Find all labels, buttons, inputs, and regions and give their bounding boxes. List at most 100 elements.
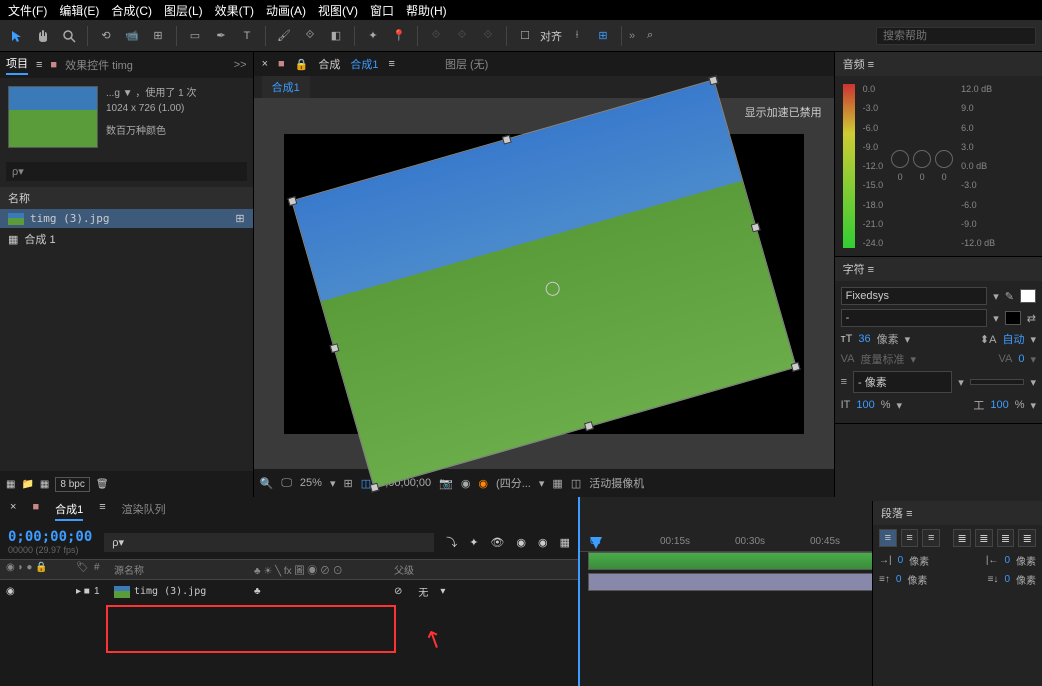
help-search-input[interactable] <box>876 27 1036 45</box>
lock-icon[interactable]: 🔒 <box>295 58 309 71</box>
layer-switches[interactable]: ♣ <box>254 586 394 597</box>
audio-panel-title[interactable]: 音频 <box>843 59 865 71</box>
axis-z-icon[interactable]: ⟐ <box>477 25 499 47</box>
snap-icon[interactable]: ⟊ <box>566 25 588 47</box>
chev-icon[interactable]: >> <box>234 59 247 71</box>
axis-y-icon[interactable]: ⟐ <box>451 25 473 47</box>
region-icon[interactable]: ▦ <box>552 477 562 490</box>
menu-edit[interactable]: 编辑(E) <box>59 2 99 18</box>
col-parent[interactable]: 父级 <box>394 562 414 577</box>
fill-swatch[interactable] <box>1020 289 1036 303</box>
char-panel-title[interactable]: 字符 <box>843 264 865 276</box>
display-icon[interactable]: 🖵 <box>281 477 292 490</box>
justify-all-button[interactable]: ≣ <box>1018 529 1036 547</box>
align-right-button[interactable]: ≡ <box>922 529 940 547</box>
pan-behind-tool[interactable]: ⊞ <box>147 25 169 47</box>
camera-dropdown[interactable]: 活动摄像机 <box>589 475 644 491</box>
justify-center-button[interactable]: ≣ <box>975 529 993 547</box>
flowchart-icon[interactable]: ⊞ <box>235 212 244 225</box>
tl-icon[interactable]: ⤵ <box>446 534 457 550</box>
timeline-search-input[interactable]: ρ▾ <box>104 533 434 552</box>
col-number[interactable]: # <box>94 562 114 577</box>
composition-viewport[interactable]: 显示加速已禁用 <box>254 98 834 469</box>
font-family-dropdown[interactable]: Fixedsys <box>841 287 988 305</box>
project-item[interactable]: timg (3).jpg ⊞ <box>0 209 253 228</box>
graph-icon[interactable]: ▦ <box>560 536 570 549</box>
parent-dropdown[interactable]: 无 <box>406 583 440 600</box>
tab-effects-controls[interactable]: 效果控件 timg <box>65 57 133 73</box>
leading-value[interactable]: 自动 <box>1002 331 1024 347</box>
tl-icon[interactable]: ◉ <box>516 536 526 549</box>
brush-tool[interactable]: 🖌 <box>273 25 295 47</box>
timeline-tab-render[interactable]: 渲染队列 <box>122 501 166 521</box>
timeline-tab-comp[interactable]: 合成1 <box>55 501 83 521</box>
menu-layer[interactable]: 图层(L) <box>164 2 203 18</box>
col-source[interactable]: 源名称 <box>114 562 254 577</box>
text-tool[interactable]: T <box>236 25 258 47</box>
transform-handle[interactable] <box>708 75 718 85</box>
vscale-value[interactable]: 100 <box>856 399 874 411</box>
stroke-unit-dropdown[interactable]: - 像素 <box>853 371 952 393</box>
menu-icon[interactable]: ≡ <box>906 508 912 520</box>
orbit-tool[interactable]: ⟲ <box>95 25 117 47</box>
tracking-value[interactable]: 0 <box>1018 353 1024 365</box>
selection-tool[interactable] <box>6 25 28 47</box>
menu-help[interactable]: 帮助(H) <box>406 2 447 18</box>
zoom-tool[interactable] <box>58 25 80 47</box>
space-after-value[interactable]: 0 <box>1004 574 1010 585</box>
timeline-layer-row[interactable]: ◉ ▸ ■ 1 timg (3).jpg ♣ ⊘ 无 ▾ <box>0 580 578 603</box>
interpret-icon[interactable]: ▦ <box>6 479 15 490</box>
layer-name[interactable]: timg (3).jpg <box>134 586 206 597</box>
snap-toggle[interactable]: ☐ <box>514 25 536 47</box>
font-style-dropdown[interactable]: - <box>841 309 988 327</box>
chev-icon[interactable]: » <box>629 30 635 42</box>
eyedropper-icon[interactable]: ✎ <box>1005 290 1014 303</box>
camera-tool[interactable]: 📹 <box>121 25 143 47</box>
swap-icon[interactable]: ⇄ <box>1027 312 1036 325</box>
comp-tab-active[interactable]: 合成1 <box>350 56 378 72</box>
transform-handle[interactable] <box>790 361 800 371</box>
transform-handle[interactable] <box>329 343 339 353</box>
hand-tool[interactable] <box>32 25 54 47</box>
current-timecode[interactable]: 0;00;00;00 <box>8 529 92 545</box>
puppet-tool[interactable]: 📍 <box>388 25 410 47</box>
tl-icon[interactable]: ◉ <box>538 536 548 549</box>
comp-new-icon[interactable]: ▦ <box>40 479 49 490</box>
color-icon[interactable]: ◉ <box>478 477 488 490</box>
comp-canvas[interactable] <box>284 134 804 434</box>
hscale-value[interactable]: 100 <box>990 399 1008 411</box>
space-before-value[interactable]: 0 <box>896 574 902 585</box>
anchor-point[interactable] <box>544 280 561 297</box>
indent-left-value[interactable]: 0 <box>898 555 904 566</box>
menu-comp[interactable]: 合成(C) <box>111 2 152 18</box>
close-icon[interactable]: × <box>10 501 16 521</box>
audio-knob[interactable] <box>891 150 909 168</box>
zoom-dropdown[interactable]: 25% <box>300 477 322 489</box>
transform-handle[interactable] <box>750 222 760 232</box>
menu-icon[interactable]: ≡ <box>868 59 874 71</box>
indent-right-value[interactable]: 0 <box>1004 555 1010 566</box>
grid-icon[interactable]: ⊞ <box>343 477 352 490</box>
layer-image[interactable] <box>291 79 797 489</box>
tl-icon[interactable]: ✦ <box>469 536 478 549</box>
transform-handle[interactable] <box>584 421 594 431</box>
justify-left-button[interactable]: ≣ <box>953 529 971 547</box>
snap-grid-icon[interactable]: ⊞ <box>592 25 614 47</box>
rect-tool[interactable]: ▭ <box>184 25 206 47</box>
roto-tool[interactable]: ✦ <box>362 25 384 47</box>
menu-file[interactable]: 文件(F) <box>8 2 47 18</box>
comp-sub-tab[interactable]: 合成1 <box>262 76 310 98</box>
snapshot-icon[interactable]: 📷 <box>439 477 453 490</box>
magnify-icon[interactable]: 🔍 <box>260 477 274 490</box>
transform-handle[interactable] <box>369 482 379 492</box>
transform-handle[interactable] <box>501 134 511 144</box>
close-icon[interactable]: × <box>262 58 268 70</box>
menu-glyph-icon[interactable]: ≡ <box>389 58 395 70</box>
transparency-icon[interactable]: ◫ <box>571 477 581 490</box>
resolution-dropdown[interactable]: (四分... <box>496 475 531 491</box>
bpc-button[interactable]: 8 bpc <box>55 477 89 492</box>
stroke-swatch[interactable] <box>1005 311 1021 325</box>
axis-x-icon[interactable]: ⟐ <box>425 25 447 47</box>
kerning-dropdown[interactable]: 度量标准 <box>860 351 904 367</box>
clone-tool[interactable]: ⟐ <box>299 25 321 47</box>
